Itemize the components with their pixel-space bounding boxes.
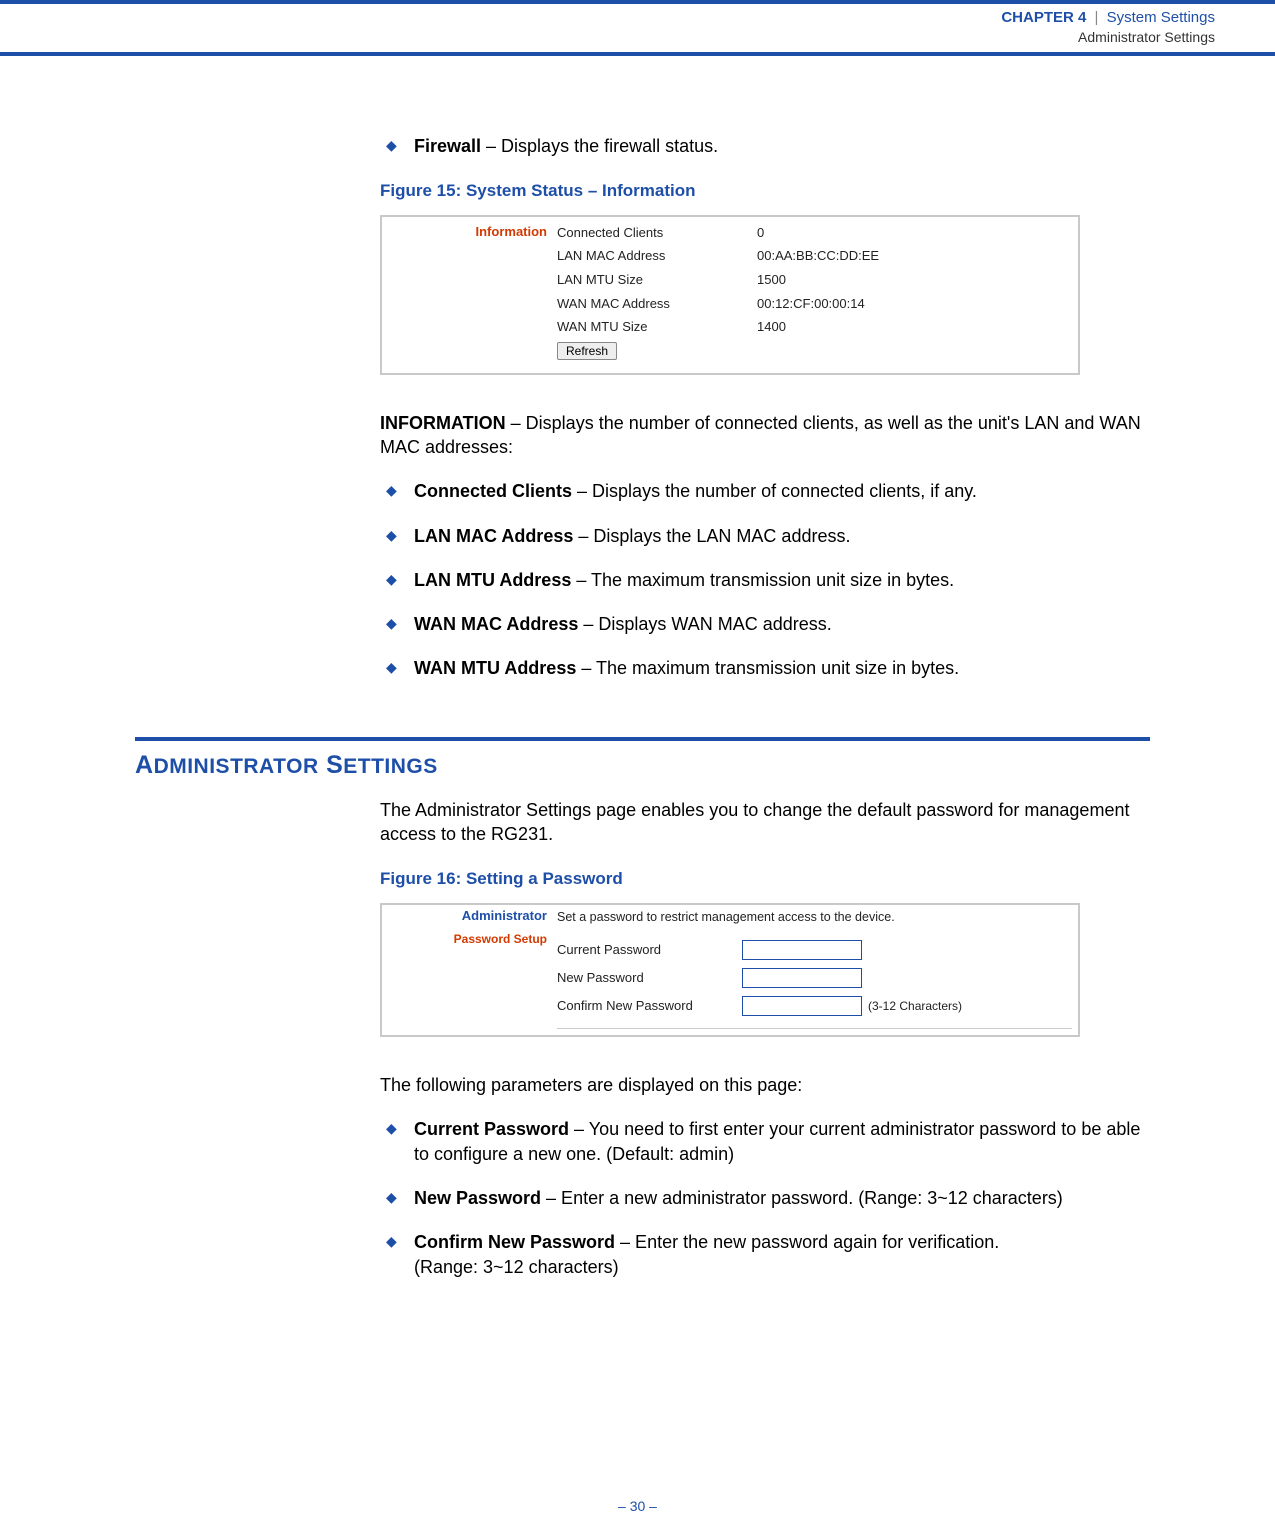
info-key: WAN MAC Address (557, 292, 757, 316)
list-item: Current Password – You need to first ent… (380, 1117, 1150, 1166)
info-key: LAN MAC Address (557, 244, 757, 268)
heading-lead-s: S (319, 751, 344, 779)
info-val: 1500 (757, 268, 977, 292)
figure-16-panel: Administrator Password Setup Set a passw… (380, 903, 1080, 1037)
info-table: Connected Clients0 LAN MAC Address00:AA:… (557, 221, 977, 363)
info-val: 00:12:CF:00:00:14 (757, 292, 977, 316)
figure-15-panel: Information Connected Clients0 LAN MAC A… (380, 215, 1080, 375)
page-header: CHAPTER 4 | System Settings Administrato… (0, 0, 1275, 56)
bullet-desc: – Displays the LAN MAC address. (573, 526, 850, 546)
table-row: New Password (557, 964, 962, 992)
firewall-term: Firewall (414, 136, 481, 156)
list-item: Confirm New Password – Enter the new pas… (380, 1230, 1150, 1279)
info-val: 1400 (757, 315, 977, 339)
list-item: WAN MTU Address – The maximum transmissi… (380, 656, 1150, 680)
information-paragraph: INFORMATION – Displays the number of con… (380, 411, 1150, 460)
section-heading-admin-settings: ADMINISTRATOR SETTINGS (135, 751, 1150, 780)
pw-row-label: Current Password (557, 936, 742, 964)
info-val: 00:AA:BB:CC:DD:EE (757, 244, 977, 268)
heading-rest-2: ETTINGS (343, 755, 438, 778)
password-hint: Set a password to restrict management ac… (557, 909, 1072, 926)
firewall-desc: – Displays the firewall status. (481, 136, 718, 156)
list-item: LAN MTU Address – The maximum transmissi… (380, 568, 1150, 592)
table-row: LAN MTU Size1500 (557, 268, 977, 292)
bullet-desc: – Displays the number of connected clien… (572, 481, 977, 501)
admin-header-label: Administrator (462, 908, 547, 923)
table-row: WAN MTU Size1400 (557, 315, 977, 339)
list-item: New Password – Enter a new administrator… (380, 1186, 1150, 1210)
header-subsection: Administrator Settings (0, 28, 1215, 46)
table-row: LAN MAC Address00:AA:BB:CC:DD:EE (557, 244, 977, 268)
bullet-term: LAN MAC Address (414, 526, 573, 546)
info-key: WAN MTU Size (557, 315, 757, 339)
bullet-desc: – The maximum transmission unit size in … (576, 658, 959, 678)
figure-16-caption: Figure 16: Setting a Password (380, 868, 1150, 891)
info-key: LAN MTU Size (557, 268, 757, 292)
confirm-password-input[interactable] (742, 996, 862, 1016)
info-side-label: Information (382, 221, 557, 241)
list-item: Connected Clients – Displays the number … (380, 479, 1150, 503)
header-section: System Settings (1107, 9, 1215, 26)
page-number: – 30 – (0, 1498, 1275, 1514)
current-password-input[interactable] (742, 940, 862, 960)
info-key: Connected Clients (557, 221, 757, 245)
section-divider: ADMINISTRATOR SETTINGS (135, 737, 1150, 780)
bullet-term: New Password (414, 1188, 541, 1208)
list-item: LAN MAC Address – Displays the LAN MAC a… (380, 524, 1150, 548)
table-row: Connected Clients0 (557, 221, 977, 245)
params-intro: The following parameters are displayed o… (380, 1073, 1150, 1097)
new-password-input[interactable] (742, 968, 862, 988)
info-val: 0 (757, 221, 977, 245)
pw-row-label: New Password (557, 964, 742, 992)
heading-rest-1: DMINISTRATOR (154, 755, 319, 778)
bullet-term: Connected Clients (414, 481, 572, 501)
bullet-desc: – The maximum transmission unit size in … (571, 570, 954, 590)
chars-hint: (3-12 Characters) (868, 999, 962, 1013)
table-row: Current Password (557, 936, 962, 964)
bullet-term: Confirm New Password (414, 1232, 615, 1252)
heading-lead-a: A (135, 751, 154, 779)
bullet-term: Current Password (414, 1119, 569, 1139)
firewall-item: Firewall – Displays the firewall status. (380, 134, 1150, 158)
table-row: Confirm New Password (3-12 Characters) (557, 992, 962, 1020)
bullet-term: LAN MTU Address (414, 570, 571, 590)
bullet-term: WAN MAC Address (414, 614, 578, 634)
pw-row-label: Confirm New Password (557, 992, 742, 1020)
admin-intro: The Administrator Settings page enables … (380, 798, 1150, 847)
figure-15-caption: Figure 15: System Status – Information (380, 180, 1150, 203)
bullet-desc: – Displays WAN MAC address. (578, 614, 831, 634)
bullet-term: WAN MTU Address (414, 658, 576, 678)
password-setup-label: Password Setup (382, 931, 547, 947)
refresh-button[interactable]: Refresh (557, 342, 617, 360)
header-separator: | (1095, 9, 1099, 26)
chapter-label: CHAPTER 4 (1001, 9, 1086, 26)
table-row: WAN MAC Address00:12:CF:00:00:14 (557, 292, 977, 316)
list-item: WAN MAC Address – Displays WAN MAC addre… (380, 612, 1150, 636)
information-term: INFORMATION (380, 413, 506, 433)
bullet-desc: – Enter a new administrator password. (R… (541, 1188, 1063, 1208)
